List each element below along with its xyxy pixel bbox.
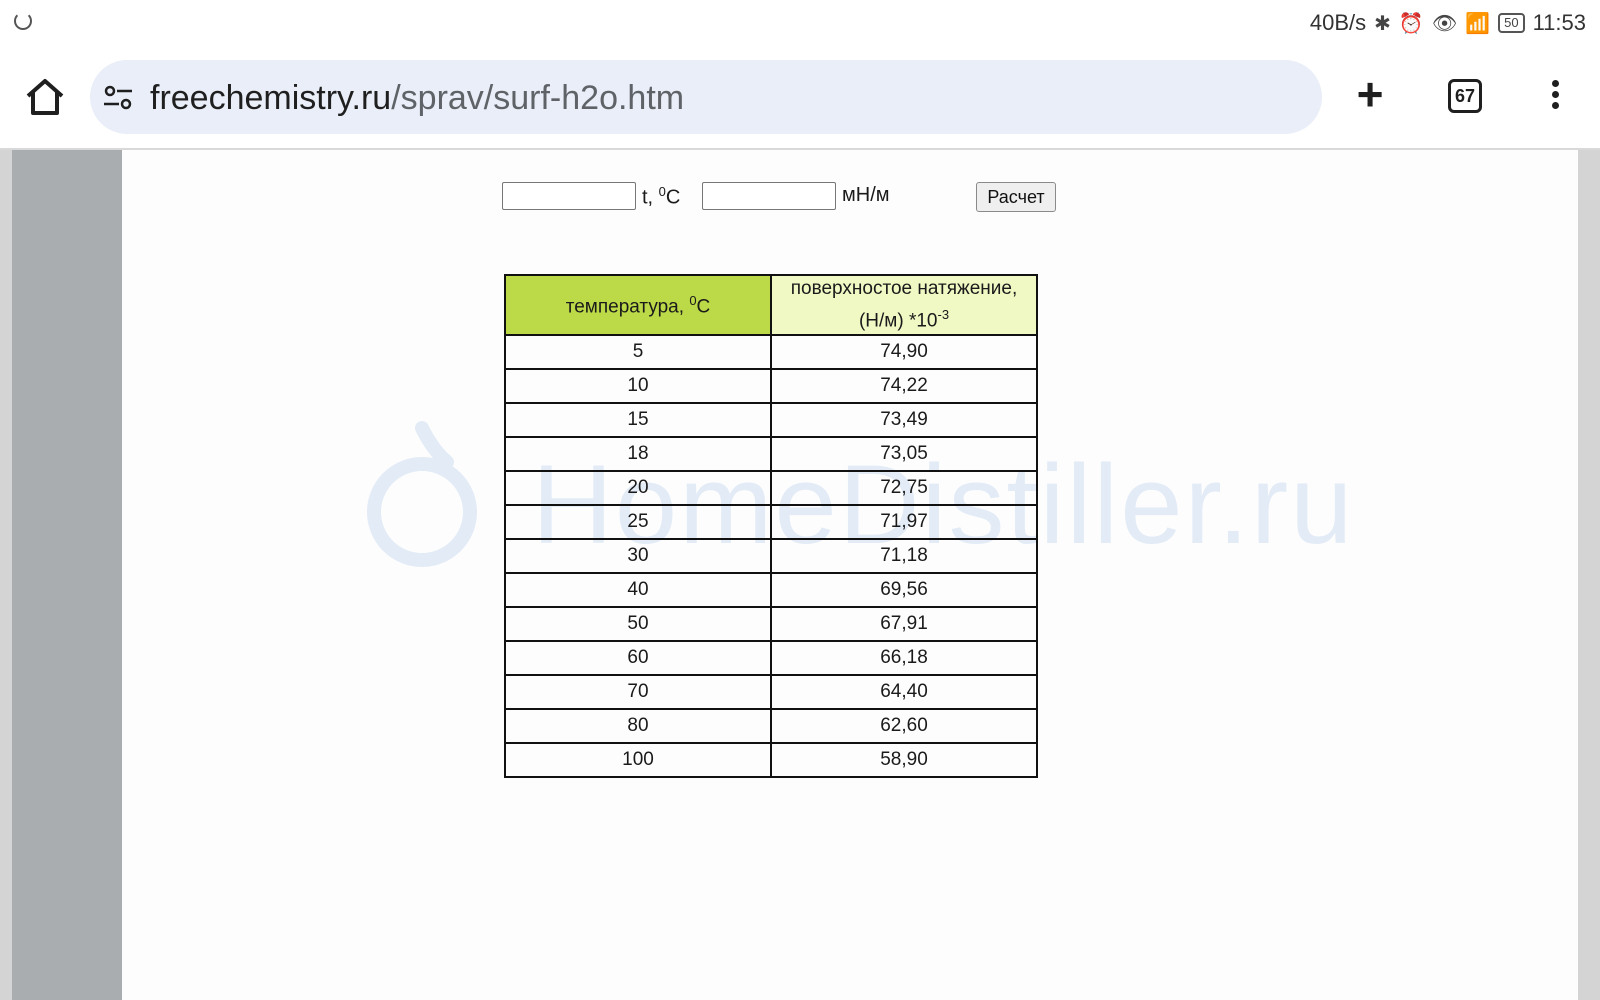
tension-cell: 66,18 — [770, 640, 1038, 677]
loading-spinner-icon — [14, 12, 32, 30]
table-row: 50 67,91 — [504, 606, 1038, 643]
tension-cell: 62,60 — [770, 708, 1038, 745]
address-bar[interactable]: freechemistry.ru/sprav/surf-h2o.htm — [90, 60, 1322, 134]
tab-switcher-button[interactable]: 67 — [1448, 79, 1482, 113]
table-row: 20 72,75 — [504, 470, 1038, 507]
calculate-button[interactable]: Расчет — [976, 182, 1056, 212]
home-button[interactable] — [22, 74, 68, 120]
status-bar: 40B/s ✱ ⏰ 👁 📶 50 11:53 — [0, 0, 1600, 46]
tension-cell: 64,40 — [770, 674, 1038, 711]
temperature-cell: 100 — [504, 742, 772, 779]
tension-cell: 73,05 — [770, 436, 1038, 473]
unit-suffix: C — [665, 186, 681, 209]
eye-comfort-icon: 👁 — [1431, 12, 1458, 35]
header-line1: поверхностое натяжение, — [790, 278, 1018, 299]
table-row: 30 71,18 — [504, 538, 1038, 575]
status-indicators: 40B/s ✱ ⏰ 👁 📶 50 11:53 — [1310, 8, 1586, 38]
new-tab-button[interactable]: + — [1350, 71, 1390, 117]
tension-cell: 74,90 — [770, 334, 1038, 371]
table-row: 60 66,18 — [504, 640, 1038, 677]
tension-cell: 73,49 — [770, 402, 1038, 439]
surface-tension-header: поверхностое натяжение, (Н/м) *10-3 — [770, 273, 1038, 337]
kebab-dot — [1551, 80, 1559, 87]
unit-degree-sup: 0 — [658, 184, 666, 199]
signal-icon: 📶 — [1465, 12, 1491, 35]
kebab-dot — [1551, 91, 1559, 98]
battery-icon: 50 — [1498, 13, 1525, 33]
temperature-cell: 18 — [504, 436, 772, 473]
header-line2: (Н/м) *10 — [858, 310, 938, 332]
web-content: HomeDistiller.ru t, 0C мН/м Расчет темпе… — [0, 150, 1600, 1000]
temperature-cell: 15 — [504, 402, 772, 439]
site-settings-icon[interactable] — [102, 84, 134, 112]
tension-cell: 69,56 — [770, 572, 1038, 609]
clock: 11:53 — [1532, 10, 1586, 35]
home-icon — [26, 79, 64, 115]
table-row: 15 73,49 — [504, 402, 1038, 439]
tension-cell: 72,75 — [770, 470, 1038, 507]
bluetooth-icon: ✱ — [1374, 12, 1391, 35]
table-row: 18 73,05 — [504, 436, 1038, 473]
calculator-form: t, 0C мН/м Расчет — [502, 182, 1062, 214]
page-body: HomeDistiller.ru t, 0C мН/м Расчет темпе… — [122, 150, 1578, 1000]
unit-prefix: t, — [642, 186, 659, 209]
kebab-dot — [1551, 102, 1559, 109]
temperature-cell: 40 — [504, 572, 772, 609]
table-row: 5 74,90 — [504, 334, 1038, 371]
url-text[interactable]: freechemistry.ru/sprav/surf-h2o.htm — [150, 78, 684, 118]
temperature-cell: 20 — [504, 470, 772, 507]
temperature-cell: 10 — [504, 368, 772, 405]
tension-cell: 58,90 — [770, 742, 1038, 779]
header-sup: 0 — [689, 292, 697, 308]
temperature-cell: 60 — [504, 640, 772, 677]
tension-cell: 74,22 — [770, 368, 1038, 405]
temperature-cell: 80 — [504, 708, 772, 745]
surface-tension-input[interactable] — [702, 182, 836, 210]
temperature-unit-label: t, 0C — [642, 184, 680, 210]
drop-logo-icon — [367, 421, 477, 567]
table-row: 80 62,60 — [504, 708, 1038, 745]
temperature-header: температура, 0C — [504, 273, 772, 337]
header-sup: -3 — [937, 307, 950, 322]
plus-icon: + — [1356, 68, 1384, 120]
table-row: 25 71,97 — [504, 504, 1038, 541]
url-host: freechemistry.ru — [150, 79, 392, 117]
temperature-input[interactable] — [502, 182, 636, 210]
alarm-icon: ⏰ — [1398, 12, 1424, 35]
header-text: температура, — [565, 295, 690, 317]
header-suffix: C — [696, 295, 711, 317]
temperature-cell: 70 — [504, 674, 772, 711]
table-row: 70 64,40 — [504, 674, 1038, 711]
table-row: 40 69,56 — [504, 572, 1038, 609]
tension-cell: 67,91 — [770, 606, 1038, 643]
network-speed: 40B/s — [1309, 10, 1367, 35]
tension-cell: 71,18 — [770, 538, 1038, 575]
temperature-cell: 5 — [504, 334, 772, 371]
url-path: /sprav/surf-h2o.htm — [391, 79, 685, 117]
surface-tension-table: температура, 0C поверхностое натяжение, (… — [504, 273, 1038, 779]
browser-toolbar: freechemistry.ru/sprav/surf-h2o.htm + 67 — [0, 46, 1600, 150]
table-header-row: температура, 0C поверхностое натяжение, (… — [504, 273, 1038, 337]
more-menu-button[interactable] — [1540, 76, 1570, 116]
temperature-cell: 25 — [504, 504, 772, 541]
table-row: 100 58,90 — [504, 742, 1038, 779]
tension-cell: 71,97 — [770, 504, 1038, 541]
temperature-cell: 50 — [504, 606, 772, 643]
temperature-cell: 30 — [504, 538, 772, 575]
left-gutter — [12, 150, 122, 1000]
tension-unit-label: мН/м — [842, 184, 890, 206]
table-row: 10 74,22 — [504, 368, 1038, 405]
